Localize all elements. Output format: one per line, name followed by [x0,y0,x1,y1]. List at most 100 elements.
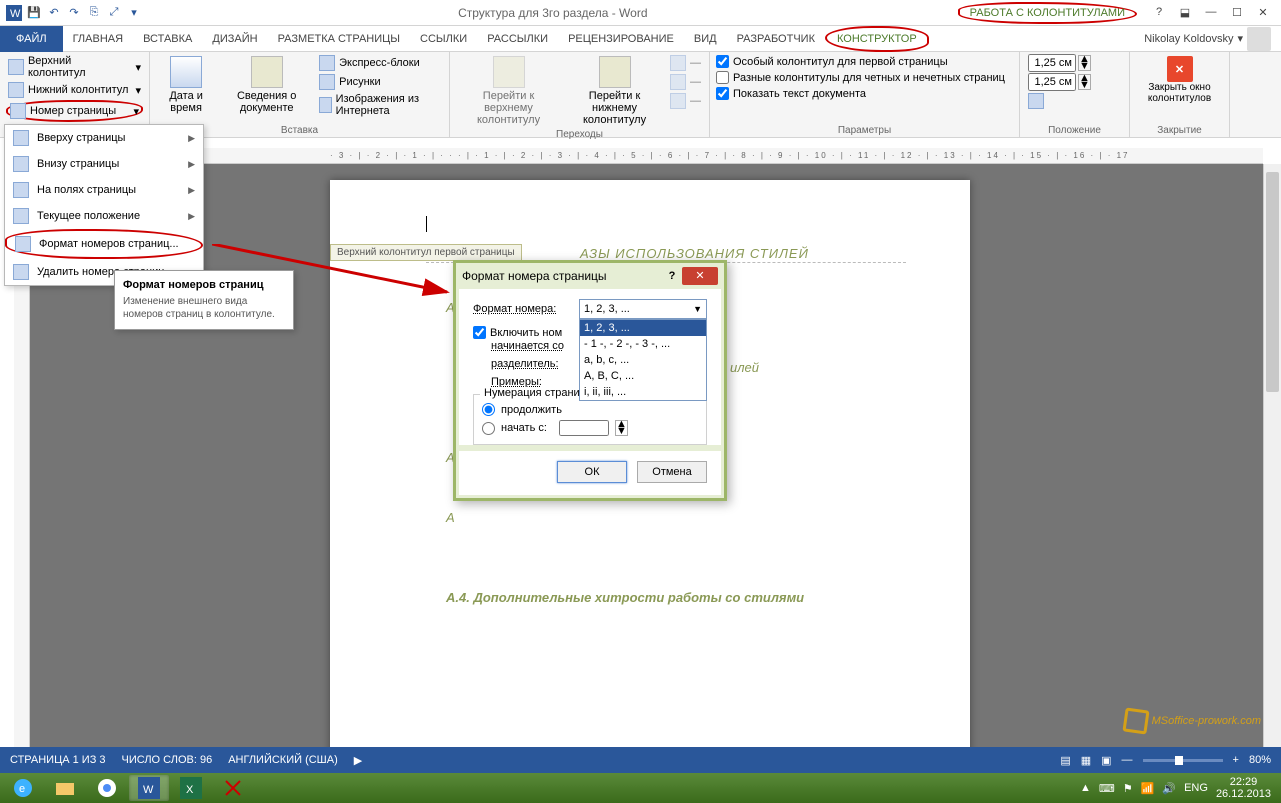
ribbon-collapse-icon[interactable]: ⬓ [1175,6,1195,19]
tray-clock[interactable]: 22:2926.12.2013 [1216,776,1271,800]
format-icon [15,236,31,252]
ok-button[interactable]: ОК [557,461,627,483]
online-pictures-button[interactable]: Изображения из Интернета [317,92,443,118]
format-opt-3[interactable]: A, B, C, ... [580,368,706,384]
help-icon[interactable]: ? [1149,6,1169,19]
qat-icon-5[interactable]: ⤢ [106,5,122,21]
view-web-icon[interactable]: ▣ [1101,754,1111,767]
status-lang[interactable]: АНГЛИЙСКИЙ (США) [228,754,338,766]
dialog-close-icon[interactable]: ✕ [682,267,718,285]
status-macro-icon[interactable]: ▶ [354,754,362,767]
status-words[interactable]: ЧИСЛО СЛОВ: 96 [122,754,213,766]
format-opt-2[interactable]: a, b, c, ... [580,352,706,368]
format-opt-4[interactable]: i, ii, iii, ... [580,384,706,400]
nav-prev[interactable]: — [668,54,703,72]
nav-link[interactable]: — [668,92,703,110]
tray-network-icon[interactable]: 📶 [1141,782,1155,795]
hf-tag: Верхний колонтитул первой страницы [330,244,522,261]
nav-next[interactable]: — [668,73,703,91]
footer-offset-spin[interactable]: ▲▼ [1026,73,1091,91]
dialog-titlebar[interactable]: Формат номера страницы ? ✕ [456,263,724,289]
view-print-icon[interactable]: ▦ [1081,754,1091,767]
tb-ie[interactable]: e [3,775,43,801]
tray-lang[interactable]: ENG [1184,782,1208,794]
diff-first-check[interactable]: Особый колонтитул для первой страницы [716,54,1005,69]
format-opt-0[interactable]: 1, 2, 3, ... [580,320,706,336]
contextual-tab-label: РАБОТА С КОЛОНТИТУЛАМИ [958,2,1137,24]
tb-word[interactable]: W [129,775,169,801]
tab-file[interactable]: ФАЙЛ [0,26,63,52]
avatar[interactable] [1247,27,1271,51]
dialog-help-icon[interactable]: ? [662,270,682,282]
user-area[interactable]: Nikolay Koldovsky ▾ [1134,27,1281,51]
tab-insert[interactable]: ВСТАВКА [133,26,202,52]
scrollbar-thumb[interactable] [1266,172,1279,392]
header-offset-spin[interactable]: ▲▼ [1026,54,1091,72]
radio-startat[interactable]: начать с:▲▼ [482,418,698,438]
menu-current[interactable]: Текущее положение▶ [5,203,203,229]
view-read-icon[interactable]: ▤ [1060,754,1070,767]
zoom-in-icon[interactable]: + [1233,754,1239,766]
align-tabs-button[interactable] [1026,92,1091,110]
goto-header-icon [493,56,525,88]
tb-chrome[interactable] [87,775,127,801]
pictures-button[interactable]: Рисунки [317,73,443,91]
qat-icon-4[interactable]: ⎘ [86,5,102,21]
menu-bottom[interactable]: Внизу страницы▶ [5,151,203,177]
zoom-slider[interactable] [1143,759,1223,762]
undo-icon[interactable]: ↶ [46,5,62,21]
page-number-button[interactable]: Номер страницы▾ [6,100,143,122]
user-dropdown-icon[interactable]: ▾ [1237,32,1243,45]
date-time-button[interactable]: Дата и время [156,54,216,116]
menu-top[interactable]: Вверху страницы▶ [5,125,203,151]
tray-sound-icon[interactable]: 🔊 [1162,782,1176,795]
save-icon[interactable]: 💾 [26,5,42,21]
vertical-scrollbar[interactable] [1263,164,1281,747]
menu-margins[interactable]: На полях страницы▶ [5,177,203,203]
close-window-icon[interactable]: ✕ [1253,6,1273,19]
format-opt-1[interactable]: - 1 -, - 2 -, - 3 -, ... [580,336,706,352]
diff-odd-check[interactable]: Разные колонтитулы для четных и нечетных… [716,70,1005,85]
tray-flag-icon[interactable]: ⚑ [1123,782,1133,795]
tab-mailings[interactable]: РАССЫЛКИ [477,26,558,52]
start-at-input[interactable] [559,420,609,436]
close-hf-button[interactable]: ✕Закрыть окно колонтитулов [1136,54,1223,106]
tab-view[interactable]: ВИД [684,26,727,52]
tab-developer[interactable]: РАЗРАБОТЧИК [727,26,825,52]
qat-more-icon[interactable]: ▾ [126,5,142,21]
redo-icon[interactable]: ↷ [66,5,82,21]
tb-snip[interactable] [213,775,253,801]
tab-design[interactable]: ДИЗАЙН [202,26,267,52]
menu-format[interactable]: Формат номеров страниц... [5,229,203,259]
tray-keyboard-icon[interactable]: ⌨ [1099,782,1115,795]
zoom-level[interactable]: 80% [1249,754,1271,766]
tb-explorer[interactable] [45,775,85,801]
goto-footer-icon [599,56,631,88]
goto-header-button[interactable]: Перейти к верхнему колонтитулу [456,54,561,128]
minimize-icon[interactable]: — [1201,6,1221,19]
status-page[interactable]: СТРАНИЦА 1 ИЗ 3 [10,754,106,766]
status-bar: СТРАНИЦА 1 ИЗ 3 ЧИСЛО СЛОВ: 96 АНГЛИЙСКИ… [0,747,1281,773]
maximize-icon[interactable]: ☐ [1227,6,1247,19]
radio-continue[interactable]: продолжить [482,401,698,418]
arrow-down-icon [670,74,686,90]
tab-home[interactable]: ГЛАВНАЯ [63,26,133,52]
doc-info-button[interactable]: Сведения о документе [218,54,315,116]
tray-up-icon[interactable]: ▲ [1080,782,1091,794]
tooltip-body: Изменение внешнего вида номеров страниц … [123,295,285,321]
tab-references[interactable]: ССЫЛКИ [410,26,477,52]
word-app-icon[interactable]: W [6,5,22,21]
header-button[interactable]: Верхний колонтитул▾ [6,54,143,80]
quick-parts-button[interactable]: Экспресс-блоки [317,54,443,72]
zoom-out-icon[interactable]: — [1122,754,1133,766]
horizontal-ruler[interactable]: · 3 · | · 2 · | · 1 · | · · · | · 1 · | … [30,148,1263,164]
tb-excel[interactable]: X [171,775,211,801]
show-doc-check[interactable]: Показать текст документа [716,86,1005,101]
goto-footer-button[interactable]: Перейти к нижнему колонтитулу [563,54,666,128]
footer-button[interactable]: Нижний колонтитул▾ [6,81,143,99]
tab-review[interactable]: РЕЦЕНЗИРОВАНИЕ [558,26,684,52]
tab-layout[interactable]: РАЗМЕТКА СТРАНИЦЫ [268,26,410,52]
tab-hf-design[interactable]: КОНСТРУКТОР [825,26,929,52]
format-combo[interactable]: 1, 2, 3, ...▼ 1, 2, 3, ... - 1 -, - 2 -,… [579,299,707,319]
cancel-button[interactable]: Отмена [637,461,707,483]
